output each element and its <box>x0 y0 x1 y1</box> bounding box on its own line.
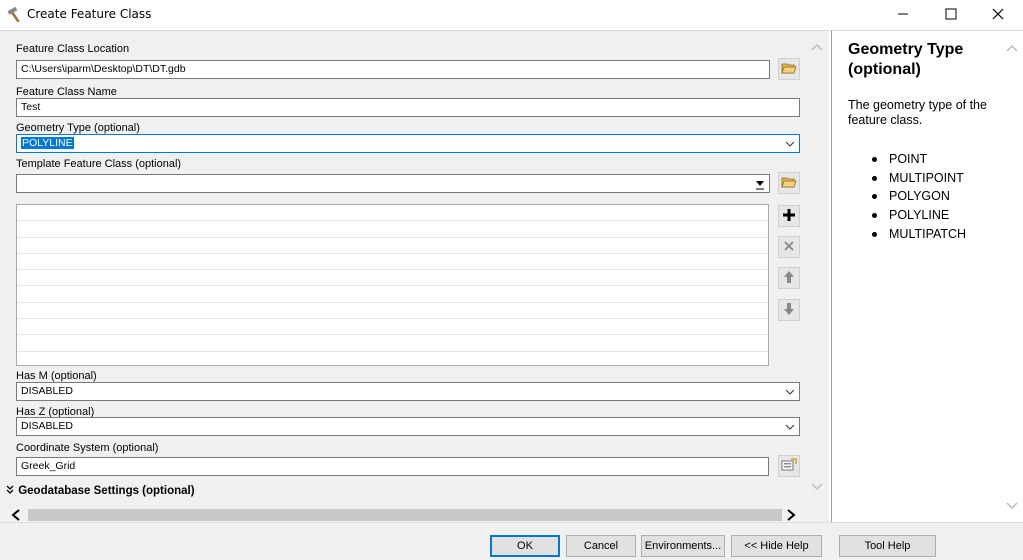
help-scroll-up-icon[interactable] <box>1005 43 1019 56</box>
plus-icon <box>782 208 796 225</box>
chevron-down-icon <box>785 387 795 397</box>
arrow-down-icon <box>783 302 795 319</box>
list-item[interactable] <box>17 221 768 238</box>
double-chevron-down-icon <box>6 485 15 497</box>
coord-label: Coordinate System (optional) <box>16 442 159 454</box>
list-item: MULTIPOINT <box>872 169 966 188</box>
list-item[interactable] <box>17 238 768 254</box>
help-title: Geometry Type (optional) <box>848 41 964 78</box>
coord-value: Greek_Grid <box>21 460 76 472</box>
parameters-horizontal-scrollbar[interactable] <box>8 507 804 522</box>
hide-help-button[interactable]: << Hide Help <box>731 535 822 557</box>
has-z-value: DISABLED <box>21 420 73 432</box>
name-label: Feature Class Name <box>16 86 117 98</box>
list-item[interactable] <box>17 270 768 287</box>
coord-field[interactable]: Greek_Grid <box>16 457 769 476</box>
list-item[interactable] <box>17 319 768 336</box>
help-scroll-down-icon[interactable] <box>1005 501 1019 514</box>
dropdown-arrow-icon <box>755 178 765 190</box>
template-dropdown[interactable] <box>16 174 770 193</box>
hammer-icon <box>6 6 24 24</box>
list-item[interactable] <box>17 205 768 222</box>
close-button[interactable] <box>975 0 1021 30</box>
list-item[interactable] <box>17 335 768 352</box>
list-item: POLYLINE <box>872 206 966 225</box>
cancel-button[interactable]: Cancel <box>566 535 636 557</box>
location-browse-button[interactable] <box>778 58 800 80</box>
has-z-dropdown[interactable]: DISABLED <box>16 417 800 436</box>
arrow-up-icon <box>783 270 795 287</box>
has-m-value: DISABLED <box>21 385 73 397</box>
move-down-button[interactable] <box>778 299 800 321</box>
geometry-label: Geometry Type (optional) <box>16 122 140 134</box>
scroll-up-icon[interactable] <box>810 42 824 55</box>
scroll-down-icon[interactable] <box>810 482 824 495</box>
list-item[interactable] <box>17 254 768 271</box>
geometry-value: POLYLINE <box>21 137 74 149</box>
move-up-button[interactable] <box>778 267 800 289</box>
list-item: POLYGON <box>872 187 966 206</box>
template-list[interactable] <box>16 204 769 366</box>
button-bar: OK Cancel Environments... << Hide Help T… <box>0 522 1023 560</box>
geometry-type-list: POINT MULTIPOINT POLYGON POLYLINE MULTIP… <box>872 150 966 244</box>
template-label: Template Feature Class (optional) <box>16 158 182 170</box>
list-item: POINT <box>872 150 966 169</box>
template-browse-button[interactable] <box>778 172 800 194</box>
help-panel: Geometry Type (optional) The geometry ty… <box>831 30 1023 522</box>
list-item[interactable] <box>17 286 768 303</box>
chevron-down-icon <box>785 422 795 432</box>
maximize-button[interactable] <box>928 0 974 30</box>
window-title: Create Feature Class <box>27 7 152 21</box>
name-value: Test <box>21 101 41 113</box>
location-value: C:\Users\iparm\Desktop\DT\DT.gdb <box>21 63 186 75</box>
location-label: Feature Class Location <box>16 43 130 55</box>
parameters-panel: Feature Class Location C:\Users\iparm\De… <box>0 30 829 522</box>
coord-properties-button[interactable] <box>778 455 800 477</box>
minimize-icon <box>897 8 909 23</box>
geodatabase-settings-expander[interactable]: Geodatabase Settings (optional) <box>6 485 195 497</box>
name-field[interactable]: Test <box>16 98 800 117</box>
geometry-dropdown[interactable]: POLYLINE <box>16 134 800 153</box>
environments-button[interactable]: Environments... <box>641 535 725 557</box>
help-description: The geometry type of the feature class. <box>848 98 987 127</box>
scrollbar-thumb[interactable] <box>28 509 782 521</box>
location-field[interactable]: C:\Users\iparm\Desktop\DT\DT.gdb <box>16 60 770 79</box>
parameters-vertical-scrollbar[interactable] <box>807 39 827 499</box>
chevron-down-icon <box>785 139 795 149</box>
ok-button[interactable]: OK <box>490 535 560 557</box>
has-m-label: Has M (optional) <box>16 370 97 382</box>
spatial-reference-icon <box>781 457 797 475</box>
geodatabase-settings-label: Geodatabase Settings (optional) <box>18 485 195 497</box>
folder-open-icon <box>781 175 797 192</box>
add-row-button[interactable] <box>778 205 800 227</box>
has-m-dropdown[interactable]: DISABLED <box>16 382 800 401</box>
maximize-icon <box>945 8 957 23</box>
minimize-button[interactable] <box>880 0 926 30</box>
tool-help-button[interactable]: Tool Help <box>839 535 936 557</box>
folder-open-icon <box>781 61 797 78</box>
title-bar: Create Feature Class <box>0 0 1023 30</box>
list-item[interactable] <box>17 303 768 320</box>
x-icon <box>783 240 795 255</box>
list-item: MULTIPATCH <box>872 225 966 244</box>
close-icon <box>992 8 1004 23</box>
remove-row-button[interactable] <box>778 236 800 258</box>
